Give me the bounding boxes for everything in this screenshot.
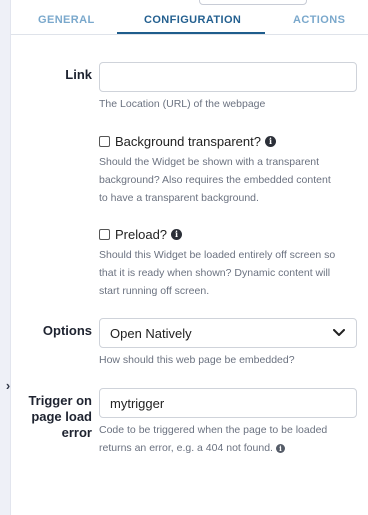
preload-label[interactable]: Preload?: [115, 227, 167, 242]
help-line: background? Also requires the embedded c…: [99, 174, 331, 186]
link-help: The Location (URL) of the webpage: [99, 98, 266, 110]
background-transparent-checkbox[interactable]: [99, 136, 110, 147]
preload-help: Should this Widget be loaded entirely of…: [99, 246, 361, 300]
trigger-label: Trigger on page load error: [28, 393, 92, 441]
link-label: Link: [65, 67, 92, 82]
background-transparent-label[interactable]: Background transparent?: [115, 134, 261, 149]
help-line: returns an error, e.g. a 404 not found.: [99, 442, 273, 454]
help-line: to have a transparent background.: [99, 192, 259, 204]
link-input[interactable]: [99, 62, 357, 92]
options-label: Options: [42, 323, 92, 338]
background-transparent-help: Should the Widget be shown with a transp…: [99, 153, 361, 207]
trigger-help: Code to be triggered when the page to be…: [99, 421, 361, 457]
chevron-right-icon[interactable]: ›: [2, 377, 14, 393]
chevron-down-icon: [332, 326, 346, 340]
info-icon[interactable]: i: [275, 443, 285, 453]
tab-general[interactable]: GENERAL: [38, 14, 95, 26]
info-icon[interactable]: i: [264, 136, 276, 147]
widget-editor-panel: › GENERAL CONFIGURATION ACTIONS Link The…: [0, 0, 368, 515]
trigger-input[interactable]: [99, 388, 357, 418]
tab-actions[interactable]: ACTIONS: [293, 14, 345, 26]
tab-bar: GENERAL CONFIGURATION ACTIONS: [11, 0, 368, 35]
active-tab-indicator: [117, 32, 265, 34]
help-line: Should the Widget be shown with a transp…: [99, 156, 320, 168]
trigger-label-line: Trigger on: [28, 393, 92, 408]
help-line: Should this Widget be loaded entirely of…: [99, 249, 336, 261]
options-selected-value: Open Natively: [110, 325, 192, 341]
help-line: that it is ready when shown? Dynamic con…: [99, 267, 331, 279]
trigger-label-line: error: [61, 425, 92, 440]
background-transparent-row: Background transparent? i: [99, 134, 276, 149]
options-help: How should this web page be embedded?: [99, 354, 295, 366]
options-select[interactable]: Open Natively: [99, 318, 357, 348]
help-line: Code to be triggered when the page to be…: [99, 424, 328, 436]
help-line-with-icon: returns an error, e.g. a 404 not found. i: [99, 439, 361, 457]
trigger-label-line: page load: [31, 409, 92, 424]
info-icon[interactable]: i: [171, 229, 183, 240]
left-rail: [0, 0, 11, 515]
help-line: start running off screen.: [99, 285, 210, 297]
preload-checkbox[interactable]: [99, 229, 110, 240]
preload-row: Preload? i: [99, 227, 183, 242]
tab-configuration[interactable]: CONFIGURATION: [144, 14, 241, 26]
